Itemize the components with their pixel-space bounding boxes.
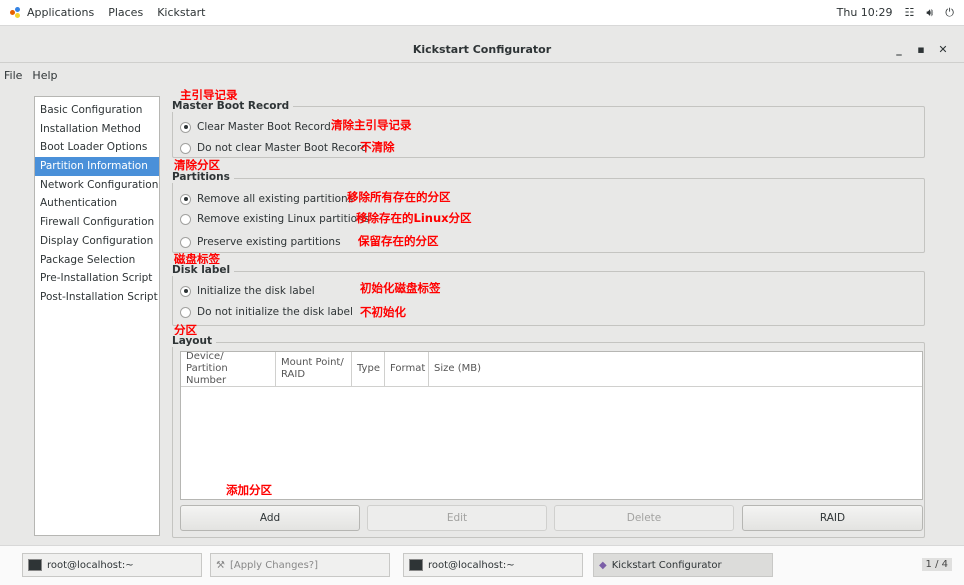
- places-menu[interactable]: Places: [108, 6, 143, 19]
- terminal-icon: [409, 559, 423, 571]
- window-title: Kickstart Configurator: [412, 43, 552, 56]
- menu-bar: File Help: [0, 64, 964, 86]
- applications-label: Applications: [27, 6, 95, 19]
- disklabel-group-title: Disk label: [172, 264, 235, 276]
- partitions-group-title: Partitions: [172, 171, 234, 183]
- table-header: Device/ Partition Number Mount Point/ RA…: [181, 351, 922, 387]
- delete-button[interactable]: Delete: [554, 505, 734, 531]
- remove-linux-radio[interactable]: Remove existing Linux partitions: [180, 213, 369, 225]
- task-terminal-2[interactable]: root@localhost:~: [403, 553, 583, 577]
- workspace-pager[interactable]: 1 / 4: [921, 558, 952, 571]
- sidebar-item-installation-method[interactable]: Installation Method: [35, 120, 159, 139]
- mbr-clear-radio[interactable]: Clear Master Boot Record: [180, 121, 331, 133]
- init-label-text: Initialize the disk label: [197, 285, 315, 297]
- column-size[interactable]: Size (MB): [429, 352, 922, 386]
- maximize-icon[interactable]: ▪: [910, 43, 932, 56]
- applications-icon: [10, 6, 22, 19]
- column-format[interactable]: Format: [385, 352, 429, 386]
- terminal-icon: [28, 559, 42, 571]
- task-apply-changes-label: [Apply Changes?]: [229, 559, 318, 571]
- mbr-group-title: Master Boot Record: [172, 100, 294, 112]
- task-kickstart-label: Kickstart Configurator: [611, 559, 722, 571]
- sidebar-item-package-selection[interactable]: Package Selection: [35, 251, 159, 270]
- clock[interactable]: Thu 10:29: [837, 6, 893, 19]
- volume-icon[interactable]: 🔊︎: [926, 6, 933, 20]
- task-terminal-1-label: root@localhost:~: [47, 559, 134, 571]
- network-icon[interactable]: ☷: [904, 6, 914, 19]
- sidebar-item-boot-loader-options[interactable]: Boot Loader Options: [35, 138, 159, 157]
- applications-menu[interactable]: Applications: [10, 6, 94, 19]
- sidebar-item-pre-installation-script[interactable]: Pre-Installation Script: [35, 269, 159, 288]
- column-device-line2: Partition Number: [186, 363, 228, 386]
- column-mount-line1: Mount Point/: [281, 357, 344, 368]
- annotation-init: 初始化磁盘标签: [360, 281, 441, 295]
- init-label-radio[interactable]: Initialize the disk label: [180, 285, 315, 297]
- task-kickstart[interactable]: ◆ Kickstart Configurator: [593, 553, 773, 577]
- task-apply-changes[interactable]: ⚒ [Apply Changes?]: [210, 553, 390, 577]
- menu-help[interactable]: Help: [32, 69, 57, 82]
- column-mount-line2: RAID: [281, 369, 306, 380]
- sidebar-item-display-configuration[interactable]: Display Configuration: [35, 232, 159, 251]
- close-icon[interactable]: ✕: [932, 43, 954, 56]
- add-button[interactable]: Add: [180, 505, 360, 531]
- top-bar: Applications Places Kickstart Thu 10:29 …: [0, 0, 964, 26]
- layout-group-title: Layout: [172, 335, 217, 347]
- raid-button[interactable]: RAID: [742, 505, 923, 531]
- sidebar-item-post-installation-script[interactable]: Post-Installation Script: [35, 288, 159, 307]
- column-device-line1: Device/: [186, 351, 224, 362]
- partition-table[interactable]: Device/ Partition Number Mount Point/ RA…: [180, 351, 923, 500]
- sidebar-item-basic-configuration[interactable]: Basic Configuration: [35, 101, 159, 120]
- sidebar: Basic Configuration Installation Method …: [34, 96, 160, 536]
- annotation-remove-linux: 移除存在的Linux分区: [356, 211, 472, 225]
- annotation-add: 添加分区: [226, 483, 272, 497]
- radio-unselected-icon: [180, 306, 191, 318]
- sidebar-item-network-configuration[interactable]: Network Configuration: [35, 176, 159, 195]
- radio-unselected-icon: [180, 213, 191, 225]
- power-icon[interactable]: ⏻: [945, 6, 954, 20]
- taskbar: root@localhost:~ ⚒ [Apply Changes?] root…: [0, 545, 964, 585]
- annotation-remove-all: 移除所有存在的分区: [347, 190, 451, 204]
- radio-unselected-icon: [180, 236, 191, 248]
- edit-button[interactable]: Edit: [367, 505, 547, 531]
- radio-selected-icon: [180, 193, 191, 205]
- mbr-noclear-label: Do not clear Master Boot Record: [197, 142, 368, 154]
- noinit-label-text: Do not initialize the disk label: [197, 306, 353, 318]
- column-mount-point[interactable]: Mount Point/ RAID: [276, 352, 352, 386]
- radio-unselected-icon: [180, 142, 191, 154]
- annotation-noinit: 不初始化: [360, 305, 406, 319]
- sidebar-item-partition-information[interactable]: Partition Information: [35, 157, 159, 176]
- preserve-radio[interactable]: Preserve existing partitions: [180, 236, 341, 248]
- annotation-clear: 清除主引导记录: [331, 118, 412, 132]
- column-device[interactable]: Device/ Partition Number: [181, 351, 276, 386]
- remove-all-label: Remove all existing partitions: [197, 193, 354, 205]
- sidebar-item-firewall-configuration[interactable]: Firewall Configuration: [35, 213, 159, 232]
- sidebar-item-authentication[interactable]: Authentication: [35, 194, 159, 213]
- annotation-preserve: 保留存在的分区: [358, 234, 439, 248]
- remove-linux-label: Remove existing Linux partitions: [197, 213, 370, 225]
- mbr-noclear-radio[interactable]: Do not clear Master Boot Record: [180, 142, 368, 154]
- minimize-icon[interactable]: _: [888, 43, 910, 56]
- remove-all-radio[interactable]: Remove all existing partitions: [180, 193, 353, 205]
- tools-icon: ⚒: [216, 559, 225, 571]
- column-type[interactable]: Type: [352, 352, 385, 386]
- annotation-noclear: 不清除: [360, 140, 395, 154]
- window-titlebar[interactable]: Kickstart Configurator _ ▪ ✕: [0, 37, 964, 63]
- kickstart-app-menu[interactable]: Kickstart: [157, 6, 205, 19]
- noinit-label-radio[interactable]: Do not initialize the disk label: [180, 306, 353, 318]
- task-terminal-2-label: root@localhost:~: [428, 559, 515, 571]
- preserve-label: Preserve existing partitions: [197, 236, 341, 248]
- menu-file[interactable]: File: [4, 69, 22, 82]
- mbr-clear-label: Clear Master Boot Record: [197, 121, 331, 133]
- kickstart-icon: ◆: [599, 559, 607, 571]
- radio-selected-icon: [180, 285, 191, 297]
- task-terminal-1[interactable]: root@localhost:~: [22, 553, 202, 577]
- radio-selected-icon: [180, 121, 191, 133]
